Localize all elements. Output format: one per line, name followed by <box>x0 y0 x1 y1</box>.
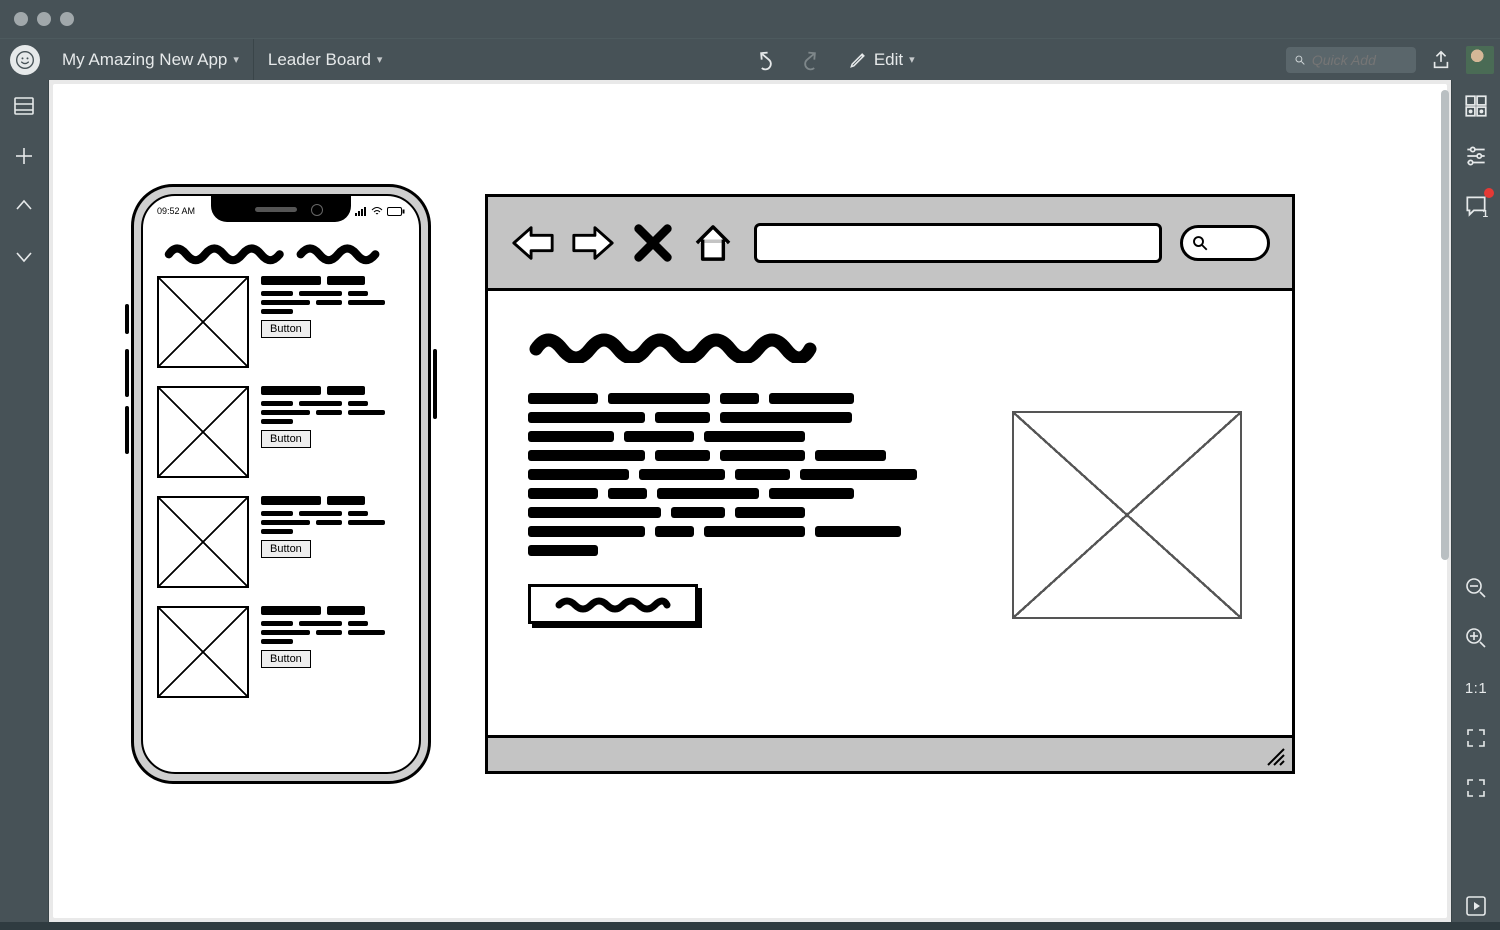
zoom-in-button[interactable] <box>1460 622 1492 654</box>
search-icon <box>1294 53 1306 67</box>
close-window-button[interactable] <box>14 12 28 26</box>
browser-toolbar <box>488 197 1292 291</box>
mac-titlebar <box>0 0 1500 38</box>
forward-arrow-icon[interactable] <box>570 220 616 266</box>
stop-x-icon[interactable] <box>630 220 676 266</box>
browser-search-field[interactable] <box>1180 225 1270 261</box>
quick-add-input[interactable] <box>1312 52 1408 68</box>
back-arrow-icon[interactable] <box>510 220 556 266</box>
list-item[interactable]: Button <box>157 496 405 588</box>
edit-mode-dropdown[interactable]: Edit ▾ <box>842 50 921 70</box>
redo-button[interactable] <box>796 45 826 75</box>
list-item[interactable]: Button <box>157 276 405 368</box>
canvas[interactable]: 09:52 AM <box>53 84 1447 918</box>
browser-wireframe[interactable] <box>485 194 1295 774</box>
browser-footer <box>488 735 1292 771</box>
toolbar-center-group: Edit ▾ <box>750 45 921 75</box>
search-icon <box>1191 234 1209 252</box>
battery-icon <box>387 207 405 216</box>
properties-button[interactable] <box>1460 140 1492 172</box>
home-icon[interactable] <box>690 220 736 266</box>
zoom-reset-button[interactable]: 1:1 <box>1460 672 1492 704</box>
pencil-icon <box>848 50 868 70</box>
item-button[interactable]: Button <box>261 430 311 448</box>
page-name-label: Leader Board <box>268 50 371 70</box>
add-button[interactable] <box>8 140 40 172</box>
signal-icon <box>355 207 367 216</box>
project-dropdown[interactable]: My Amazing New App ▾ <box>48 39 254 81</box>
image-placeholder <box>157 276 249 368</box>
image-placeholder <box>1012 411 1242 619</box>
phone-wireframe[interactable]: 09:52 AM <box>131 184 431 784</box>
comments-count: 1 <box>1482 209 1488 220</box>
list-item[interactable]: Button <box>157 606 405 698</box>
right-rail: 1 1:1 <box>1452 80 1500 922</box>
image-placeholder <box>157 606 249 698</box>
list-item[interactable]: Button <box>157 386 405 478</box>
canvas-scrollbar[interactable] <box>1439 84 1451 918</box>
item-body-squiggle <box>261 291 405 314</box>
notification-dot-icon <box>1484 188 1494 198</box>
phone-title-squiggle <box>163 238 396 266</box>
share-button[interactable] <box>1426 45 1456 75</box>
chevron-down-icon: ▾ <box>233 53 239 66</box>
comments-button[interactable]: 1 <box>1460 190 1492 222</box>
user-avatar[interactable] <box>1466 46 1494 74</box>
minimize-window-button[interactable] <box>37 12 51 26</box>
item-body-squiggle <box>261 621 405 644</box>
resize-handle-icon[interactable] <box>1264 745 1286 767</box>
item-button[interactable]: Button <box>261 650 311 668</box>
cta-button[interactable] <box>528 584 698 624</box>
image-placeholder <box>157 386 249 478</box>
phone-statusbar: 09:52 AM <box>157 202 405 220</box>
fullscreen-button[interactable] <box>1460 772 1492 804</box>
canvas-area[interactable]: 09:52 AM <box>48 80 1452 922</box>
body-text-squiggle <box>528 393 918 556</box>
quick-add-search[interactable] <box>1286 47 1416 73</box>
item-body-squiggle <box>261 511 405 534</box>
cta-label-squiggle <box>553 595 673 613</box>
item-heading-squiggle <box>261 606 405 615</box>
page-heading-squiggle <box>528 327 818 363</box>
left-rail <box>0 80 48 922</box>
play-button[interactable] <box>1460 890 1492 922</box>
zoom-out-button[interactable] <box>1460 572 1492 604</box>
item-body-squiggle <box>261 401 405 424</box>
item-button[interactable]: Button <box>261 320 311 338</box>
zoom-fit-button[interactable] <box>1460 722 1492 754</box>
item-heading-squiggle <box>261 386 405 395</box>
item-heading-squiggle <box>261 276 405 285</box>
page-dropdown[interactable]: Leader Board ▾ <box>254 39 397 81</box>
image-placeholder <box>157 496 249 588</box>
chevron-down-icon: ▾ <box>377 53 383 66</box>
phone-time-label: 09:52 AM <box>157 206 195 216</box>
navigator-panel-button[interactable] <box>8 90 40 122</box>
chevron-down-icon: ▾ <box>909 53 915 66</box>
undo-button[interactable] <box>750 45 780 75</box>
wifi-icon <box>371 207 383 216</box>
move-up-button[interactable] <box>8 190 40 222</box>
url-bar[interactable] <box>754 223 1162 263</box>
item-button[interactable]: Button <box>261 540 311 558</box>
app-toolbar: My Amazing New App ▾ Leader Board ▾ Edit… <box>0 38 1500 80</box>
ui-library-button[interactable] <box>1460 90 1492 122</box>
item-heading-squiggle <box>261 496 405 505</box>
app-logo[interactable] <box>10 45 40 75</box>
workspace: 09:52 AM <box>0 80 1500 922</box>
move-down-button[interactable] <box>8 240 40 272</box>
browser-body <box>488 291 1292 735</box>
zoom-window-button[interactable] <box>60 12 74 26</box>
edit-label: Edit <box>874 50 903 70</box>
project-name-label: My Amazing New App <box>62 50 227 70</box>
